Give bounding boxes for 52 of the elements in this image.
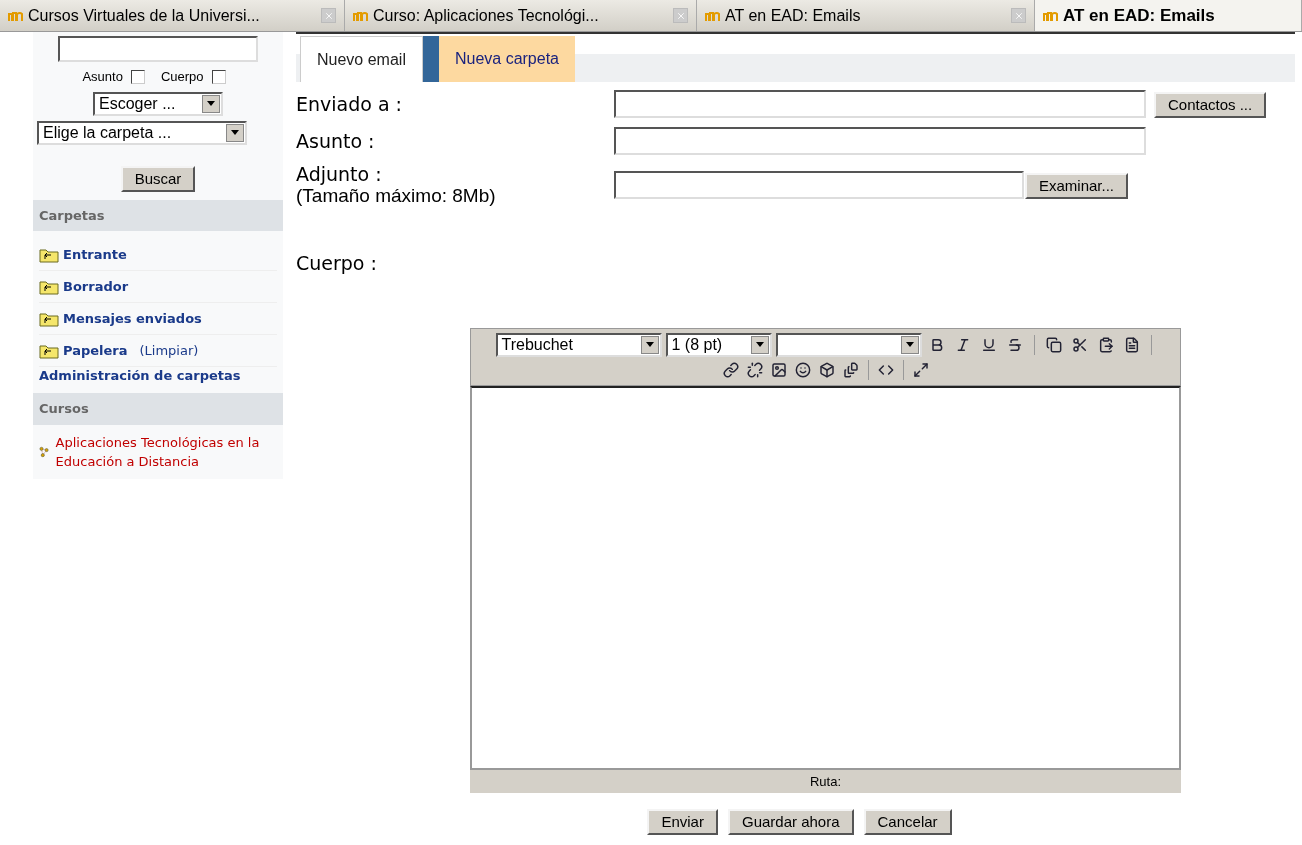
attachment-field[interactable]	[614, 171, 1024, 199]
moodle-logo-icon	[705, 9, 721, 22]
font-select[interactable]: Trebuchet	[495, 332, 662, 357]
folder-link[interactable]: Borrador	[63, 276, 129, 297]
browser-tab[interactable]: AT en EAD: Emails	[697, 0, 1035, 31]
tab[interactable]: Nueva carpeta	[422, 36, 575, 82]
tab-title: AT en EAD: Emails	[1063, 4, 1215, 27]
form-button[interactable]: Enviar	[647, 808, 718, 835]
folder-link[interactable]: Entrante	[63, 244, 127, 265]
browser-tab[interactable]: Curso: Aplicaciones Tecnológi...	[345, 0, 697, 31]
subject-label: Asunto :	[296, 128, 376, 154]
recipient-field[interactable]	[614, 90, 1146, 119]
editor-status-bar: Ruta:	[470, 769, 1181, 793]
tab-title: Cursos Virtuales de la Universi...	[28, 5, 260, 26]
browser-tab[interactable]: AT en EAD: Emails	[1035, 0, 1302, 31]
checkbox[interactable]	[211, 69, 226, 84]
browser-tab[interactable]: Cursos Virtuales de la Universi...	[0, 0, 345, 31]
section-heading: Cursos	[33, 393, 283, 425]
folder-admin-link[interactable]: Administración de carpetas	[39, 367, 277, 393]
folder-icon	[39, 246, 59, 263]
folder-icon	[39, 278, 59, 295]
moodle-logo-icon	[8, 9, 24, 22]
folder-select[interactable]: Elige la carpeta ...	[37, 120, 247, 145]
tab-title: AT en EAD: Emails	[725, 5, 861, 26]
checkbox-label: Cuerpo	[160, 68, 204, 86]
folder-icon	[39, 310, 59, 327]
recipient-label: Enviado a :	[296, 92, 404, 117]
body-label: Cuerpo :	[296, 251, 378, 276]
course-link[interactable]: Aplicaciones Tecnológicas en la Educación a Distancia	[55, 432, 277, 471]
tab[interactable]: Nuevo email	[300, 36, 423, 82]
browse-button[interactable]: Examinar...	[1025, 172, 1129, 199]
size-limit-text: (Tamaño máximo: 8Mb)	[296, 185, 497, 207]
search-button[interactable]: Buscar	[120, 165, 196, 192]
section-heading: Carpetas	[33, 199, 283, 231]
form-button[interactable]: Guardar ahora	[727, 808, 854, 835]
contacts-button[interactable]: Contactos ...	[1154, 92, 1267, 118]
checkbox-label: Asunto	[82, 68, 123, 86]
tab-title: Curso: Aplicaciones Tecnológi...	[373, 5, 599, 26]
folder-link[interactable]: Papelera	[63, 340, 128, 361]
attachment-label: Adjunto :	[296, 163, 383, 185]
folder-link[interactable]: Mensajes enviados	[63, 308, 202, 329]
size-select[interactable]: 1 (8 pt)	[665, 332, 772, 357]
subject-field[interactable]	[614, 126, 1146, 155]
folder-icon	[39, 342, 59, 359]
moodle-logo-icon	[1043, 9, 1059, 22]
format-select[interactable]	[775, 332, 922, 357]
search-field[interactable]	[58, 36, 258, 62]
checkbox[interactable]	[130, 69, 145, 84]
filter-select[interactable]: Escoger ...	[93, 91, 223, 116]
empty-trash-link[interactable]: (Limpiar)	[139, 340, 199, 361]
moodle-logo-icon	[353, 9, 369, 22]
form-button[interactable]: Cancelar	[863, 808, 952, 835]
